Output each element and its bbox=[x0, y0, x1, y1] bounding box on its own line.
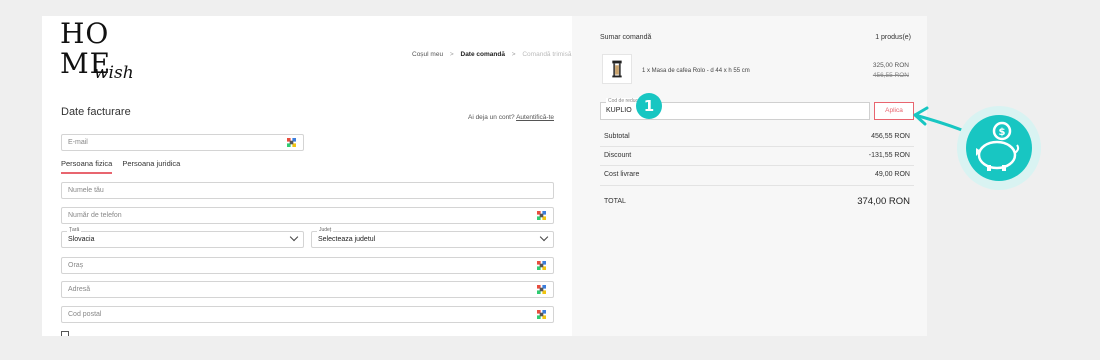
table-image bbox=[612, 60, 622, 78]
total-value: 374,00 RON bbox=[857, 196, 910, 207]
autofill-icon[interactable] bbox=[537, 310, 546, 319]
country-value: Slovacia bbox=[68, 236, 95, 243]
autofill-icon[interactable] bbox=[537, 211, 546, 220]
total-row: TOTAL 374,00 RON bbox=[604, 196, 910, 207]
shipping-value: 49,00 RON bbox=[874, 171, 910, 178]
piggy-bank-icon: $ bbox=[957, 106, 1041, 190]
chevron-down-icon bbox=[539, 232, 549, 242]
county-select[interactable]: Județ Selecteaza judetul bbox=[311, 227, 554, 248]
divider bbox=[600, 185, 914, 186]
product-old-price: 456,55 RON bbox=[872, 72, 909, 79]
customer-type-tabs: Persoana fizica Persoana juridica bbox=[61, 159, 188, 174]
breadcrumb: Coșul meu > Date comandă > Comandă trimi… bbox=[412, 51, 577, 58]
checkout-card: HO ME wish Coșul meu > Date comandă > Co… bbox=[42, 16, 927, 336]
logo-script: wish bbox=[94, 63, 134, 83]
phone-placeholder: Număr de telefon bbox=[68, 212, 122, 219]
shipping-label: Cost livrare bbox=[604, 171, 640, 178]
product-price: 325,00 RON bbox=[872, 62, 909, 69]
address-placeholder: Adresă bbox=[68, 286, 91, 293]
address-field[interactable]: Adresă bbox=[61, 281, 554, 298]
discount-value: -131,55 RON bbox=[868, 152, 910, 159]
login-link[interactable]: Autentifică-te bbox=[516, 114, 554, 121]
product-thumbnail[interactable] bbox=[602, 54, 632, 84]
login-prompt: Ai deja un cont? Autentifică-te bbox=[468, 114, 554, 121]
logo-line-1: HO bbox=[60, 17, 110, 50]
city-placeholder: Oraș bbox=[68, 262, 84, 269]
breadcrumb-cart[interactable]: Coșul meu bbox=[412, 51, 443, 58]
chevron-down-icon bbox=[289, 232, 299, 242]
product-count: 1 produs(e) bbox=[875, 34, 911, 41]
tab-persoana-juridica[interactable]: Persoana juridica bbox=[122, 159, 180, 172]
country-label: Țară bbox=[67, 227, 82, 234]
order-summary-panel: Sumar comandă 1 produs(e) 1 x Masa de ca… bbox=[572, 16, 927, 336]
breadcrumb-sent: Comandă trimisă bbox=[522, 51, 572, 58]
subtotal-label: Subtotal bbox=[604, 133, 630, 140]
discount-row: Discount -131,55 RON bbox=[604, 152, 910, 159]
postal-code-field[interactable]: Cod postal bbox=[61, 306, 554, 323]
discount-label: Discount bbox=[604, 152, 632, 159]
email-field[interactable]: E-mail bbox=[61, 134, 304, 151]
divider bbox=[600, 146, 914, 147]
autofill-icon[interactable] bbox=[537, 261, 546, 270]
login-prompt-text: Ai deja un cont? bbox=[467, 114, 515, 121]
divider bbox=[600, 165, 914, 166]
step-badge: 1 bbox=[636, 93, 662, 119]
breadcrumb-separator: > bbox=[511, 51, 516, 58]
name-field[interactable]: Numele tău bbox=[61, 182, 554, 199]
county-label: Județ bbox=[317, 227, 334, 234]
summary-title: Sumar comandă bbox=[600, 34, 652, 41]
breadcrumb-billing: Date comandă bbox=[460, 51, 505, 58]
county-value: Selecteaza judetul bbox=[318, 236, 376, 243]
country-select[interactable]: Țară Slovacia bbox=[61, 227, 304, 248]
city-field[interactable]: Oraș bbox=[61, 257, 554, 274]
postal-placeholder: Cod postal bbox=[68, 311, 102, 318]
autofill-icon[interactable] bbox=[537, 285, 546, 294]
total-label: TOTAL bbox=[604, 198, 626, 205]
email-placeholder: E-mail bbox=[68, 139, 88, 146]
billing-panel: HO ME wish Coșul meu > Date comandă > Co… bbox=[42, 16, 572, 336]
svg-text:$: $ bbox=[999, 127, 1006, 138]
name-placeholder: Numele tău bbox=[68, 187, 104, 194]
subtotal-row: Subtotal 456,55 RON bbox=[604, 133, 910, 140]
tab-persoana-fizica[interactable]: Persoana fizica bbox=[61, 159, 113, 174]
checkbox[interactable] bbox=[61, 331, 69, 336]
phone-field[interactable]: Număr de telefon bbox=[61, 207, 554, 224]
breadcrumb-separator: > bbox=[449, 51, 454, 58]
page-title: Date facturare bbox=[61, 106, 131, 118]
product-name: 1 x Masa de cafea Rolo - d 44 x h 55 cm bbox=[642, 68, 750, 74]
coupon-value: KUPLIO bbox=[606, 107, 632, 114]
autofill-icon[interactable] bbox=[287, 138, 296, 147]
shipping-row: Cost livrare 49,00 RON bbox=[604, 171, 910, 178]
